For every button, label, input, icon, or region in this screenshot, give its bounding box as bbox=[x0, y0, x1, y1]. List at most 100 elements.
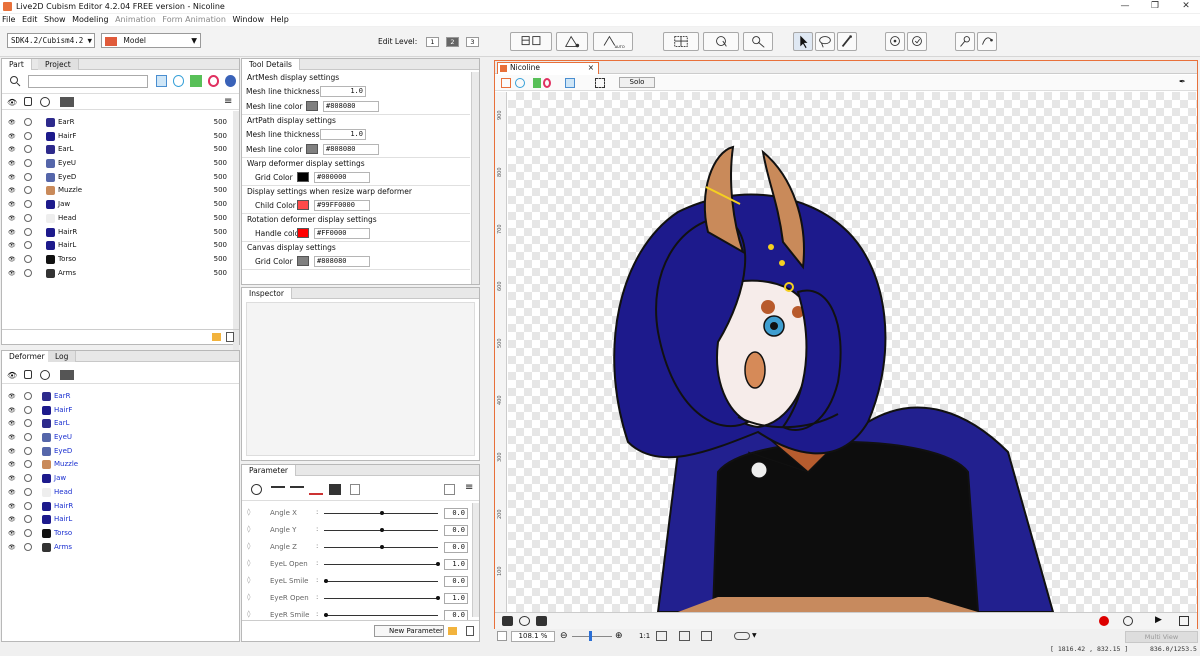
eye-icon[interactable]: 👁 bbox=[8, 407, 16, 414]
lock-circle-icon[interactable] bbox=[24, 501, 32, 510]
rotate-alt-button[interactable] bbox=[907, 32, 927, 51]
deformer-row[interactable]: 👁 Jaw bbox=[2, 472, 239, 486]
folder-icon[interactable] bbox=[448, 627, 457, 635]
deformer-row[interactable]: 👁 Muzzle bbox=[2, 458, 239, 472]
play-icon[interactable] bbox=[40, 97, 50, 107]
param-slider-track[interactable] bbox=[324, 564, 438, 565]
sort-icon[interactable] bbox=[60, 370, 74, 380]
part-row[interactable]: 👁 EyeD 500 bbox=[2, 171, 239, 185]
eye-icon[interactable]: 👁 bbox=[8, 160, 16, 167]
eye-icon[interactable]: 👁 bbox=[8, 544, 16, 551]
lock-circle-icon[interactable] bbox=[24, 200, 32, 209]
play-icon[interactable] bbox=[251, 484, 262, 495]
eye-icon[interactable]: 👁 bbox=[8, 434, 16, 441]
list-icon[interactable] bbox=[350, 484, 360, 495]
deformer-row[interactable]: 👁 EarL bbox=[2, 417, 239, 431]
deformer-row[interactable]: 👁 HairR bbox=[2, 500, 239, 514]
mesh-edit-button[interactable] bbox=[510, 32, 552, 51]
new-parameter-button[interactable]: New Parameter bbox=[374, 625, 444, 637]
key-remove-icon[interactable] bbox=[309, 484, 323, 495]
edit-level-3[interactable]: 3 bbox=[466, 37, 479, 47]
eye-icon[interactable]: 👁 bbox=[8, 119, 16, 126]
minimize-button[interactable]: — bbox=[1115, 0, 1135, 13]
fit-icon[interactable] bbox=[656, 631, 667, 641]
eye-icon[interactable]: 👁 bbox=[8, 393, 16, 400]
lock-circle-icon[interactable] bbox=[24, 213, 32, 222]
eye-icon[interactable]: 👁 bbox=[8, 530, 16, 537]
part-row[interactable]: 👁 EyeU 500 bbox=[2, 157, 239, 171]
color-hex-input[interactable]: #808080 bbox=[314, 256, 370, 267]
record-screen-icon[interactable] bbox=[519, 616, 530, 626]
param-slider-knob[interactable] bbox=[380, 528, 384, 532]
parameter-row[interactable]: ◊ EyeL Smile: 0.0 bbox=[242, 573, 472, 590]
color-hex-input[interactable]: #808080 bbox=[323, 144, 379, 155]
gear-icon[interactable] bbox=[1123, 616, 1133, 626]
color-hex-input[interactable]: #808080 bbox=[323, 101, 379, 112]
part-row[interactable]: 👁 Jaw 500 bbox=[2, 198, 239, 212]
key-add-icon[interactable] bbox=[271, 486, 285, 492]
eye-icon[interactable]: 👁 bbox=[8, 475, 16, 482]
edit-level-2[interactable]: 2 bbox=[446, 37, 459, 47]
close-icon[interactable]: × bbox=[588, 63, 594, 72]
param-value[interactable]: 1.0 bbox=[444, 593, 468, 604]
lock-circle-icon[interactable] bbox=[24, 131, 32, 140]
fit-width-icon[interactable] bbox=[679, 631, 690, 641]
part-row[interactable]: 👁 Head 500 bbox=[2, 212, 239, 226]
folder-icon[interactable] bbox=[212, 333, 221, 341]
lock-circle-icon[interactable] bbox=[24, 145, 32, 154]
deformer-row[interactable]: 👁 Head bbox=[2, 486, 239, 500]
zoom-slider-track[interactable] bbox=[572, 636, 612, 637]
menu-file[interactable]: File bbox=[0, 14, 17, 25]
param-value[interactable]: 1.0 bbox=[444, 559, 468, 570]
tab-part[interactable]: Part bbox=[2, 59, 32, 70]
param-slider-knob[interactable] bbox=[324, 579, 328, 583]
menu-help[interactable]: Help bbox=[269, 14, 291, 25]
eye-icon[interactable]: 👁 bbox=[7, 371, 17, 380]
color-swatch[interactable] bbox=[297, 228, 309, 238]
eye-icon[interactable]: 👁 bbox=[8, 146, 16, 153]
eye-icon[interactable]: 👁 bbox=[8, 448, 16, 455]
artmesh-filter-icon[interactable] bbox=[156, 75, 168, 87]
mode-select[interactable]: Model ▼ bbox=[101, 33, 201, 48]
pin-filter-icon[interactable] bbox=[224, 75, 237, 87]
lock-circle-icon[interactable] bbox=[24, 392, 32, 400]
lock-circle-icon[interactable] bbox=[24, 487, 32, 496]
maximize-button[interactable]: ❐ bbox=[1145, 0, 1165, 13]
param-value[interactable]: 0.0 bbox=[444, 508, 468, 519]
lock-circle-icon[interactable] bbox=[24, 254, 32, 263]
bind-button[interactable] bbox=[977, 32, 997, 51]
key-add-three-icon[interactable] bbox=[290, 486, 304, 492]
warp-grid-button[interactable] bbox=[663, 32, 699, 51]
zoom-in-icon[interactable]: ⊕ bbox=[615, 631, 623, 641]
pen-tool-icon[interactable]: ✒ bbox=[1179, 77, 1189, 88]
eye-icon[interactable]: 👁 bbox=[8, 201, 16, 208]
color-hex-input[interactable]: #000000 bbox=[314, 172, 370, 183]
toggle-icon[interactable] bbox=[734, 632, 750, 640]
play-icon[interactable]: ▶ bbox=[1155, 615, 1162, 625]
deform-path-button[interactable] bbox=[556, 32, 588, 51]
menu-window[interactable]: Window bbox=[230, 14, 266, 25]
eye-icon[interactable]: 👁 bbox=[8, 270, 16, 277]
parameter-row[interactable]: ◊ EyeR Open: 1.0 bbox=[242, 590, 472, 607]
deformer-row[interactable]: 👁 Arms bbox=[2, 541, 239, 555]
lock-circle-icon[interactable] bbox=[24, 227, 32, 236]
lock-circle-icon[interactable] bbox=[24, 268, 32, 277]
param-slider-track[interactable] bbox=[324, 581, 438, 582]
lock-circle-icon[interactable] bbox=[24, 433, 32, 442]
tab-nicoline[interactable]: Nicoline × bbox=[497, 62, 599, 74]
deformer-row[interactable]: 👁 Torso bbox=[2, 527, 239, 541]
eye-icon[interactable]: 👁 bbox=[8, 489, 16, 496]
part-row[interactable]: 👁 Torso 500 bbox=[2, 253, 239, 267]
param-slider-knob[interactable] bbox=[324, 613, 328, 617]
rotation-display-icon[interactable] bbox=[543, 78, 551, 88]
eye-icon[interactable]: 👁 bbox=[8, 133, 16, 140]
part-row[interactable]: 👁 HairF 500 bbox=[2, 130, 239, 144]
transparency-icon[interactable] bbox=[497, 631, 507, 641]
guide-display-icon[interactable] bbox=[595, 78, 605, 88]
lock-circle-icon[interactable] bbox=[24, 460, 32, 469]
eye-icon[interactable]: 👁 bbox=[8, 420, 16, 427]
export-icon[interactable] bbox=[1179, 616, 1189, 626]
part-row[interactable]: 👁 HairL 500 bbox=[2, 239, 239, 253]
menu-edit[interactable]: Edit bbox=[20, 14, 40, 25]
eye-icon[interactable]: 👁 bbox=[8, 516, 16, 523]
